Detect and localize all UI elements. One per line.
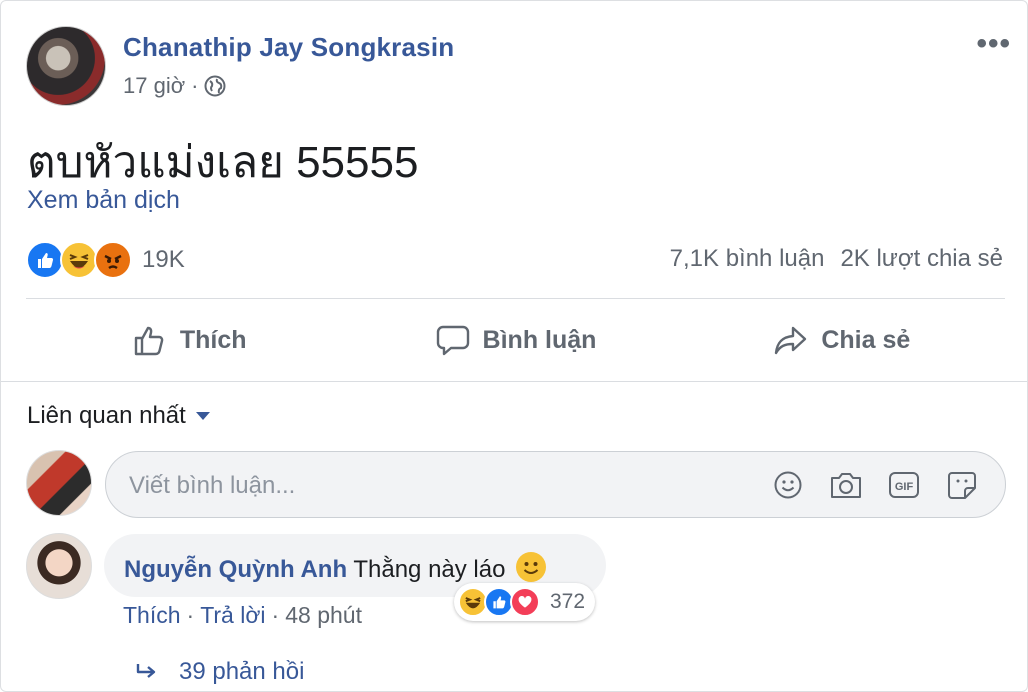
comment-sort-dropdown[interactable]: Liên quan nhất bbox=[27, 402, 210, 430]
speech-bubble-icon bbox=[436, 325, 469, 356]
angry-icon bbox=[94, 241, 132, 279]
view-replies-link[interactable]: 39 phản hồi bbox=[135, 658, 304, 686]
like-label: Thích bbox=[179, 325, 247, 354]
post-meta: 17 giờ · bbox=[123, 73, 226, 99]
globe-icon[interactable] bbox=[204, 75, 226, 97]
more-options-icon[interactable]: ••• bbox=[976, 29, 1011, 59]
comment-reply-link[interactable]: Trả lời bbox=[200, 602, 265, 629]
author-name[interactable]: Chanathip Jay Songkrasin bbox=[123, 32, 454, 63]
comment-actions: Thích · Trả lời · 48 phút bbox=[123, 602, 362, 629]
comment-like-link[interactable]: Thích bbox=[123, 602, 181, 629]
comment-count[interactable]: 7,1K bình luận bbox=[670, 245, 825, 273]
reply-arrow-icon bbox=[136, 664, 156, 678]
post-card: Chanathip Jay Songkrasin 17 giờ · ••• ตบ… bbox=[0, 0, 1028, 692]
caret-down-icon bbox=[195, 412, 210, 420]
see-translation-link[interactable]: Xem bản dịch bbox=[27, 186, 180, 215]
post-stats: 7,1K bình luận 2K lượt chia sẻ bbox=[670, 245, 1003, 273]
comment-text: Thằng này láo bbox=[353, 556, 506, 583]
replies-label: 39 phản hồi bbox=[179, 658, 305, 685]
like-icon bbox=[26, 241, 64, 279]
share-count[interactable]: 2K lượt chia sẻ bbox=[840, 245, 1003, 273]
thumbs-up-icon bbox=[134, 326, 164, 356]
comment-time[interactable]: 48 phút bbox=[285, 602, 362, 629]
smile-emoji-icon bbox=[516, 552, 547, 582]
comment-input-icons: GIF bbox=[771, 468, 979, 502]
commenter-name[interactable]: Nguyễn Quỳnh Anh bbox=[124, 556, 347, 583]
like-button[interactable]: Thích bbox=[26, 299, 352, 381]
comment-label: Bình luận bbox=[482, 325, 597, 354]
comment-reaction-count: 372 bbox=[550, 590, 586, 613]
post-time[interactable]: 17 giờ bbox=[123, 73, 185, 99]
comment-button[interactable]: Bình luận bbox=[352, 299, 678, 381]
camera-icon[interactable] bbox=[829, 468, 863, 502]
haha-icon bbox=[60, 241, 98, 279]
love-icon bbox=[510, 587, 540, 617]
reaction-count: 19K bbox=[142, 246, 185, 273]
comment-placeholder: Viết bình luận... bbox=[129, 472, 296, 499]
current-user-avatar bbox=[26, 450, 92, 516]
dot-separator: · bbox=[271, 602, 280, 628]
divider bbox=[1, 381, 1027, 382]
meta-separator: · bbox=[191, 73, 199, 98]
gif-icon[interactable]: GIF bbox=[887, 468, 921, 502]
share-button[interactable]: Chia sẻ bbox=[679, 299, 1005, 381]
comment-input[interactable]: Viết bình luận... GIF bbox=[105, 451, 1006, 518]
emoji-icon[interactable] bbox=[771, 468, 805, 502]
sticker-icon[interactable] bbox=[945, 468, 979, 502]
share-arrow-icon bbox=[775, 326, 807, 355]
comment-reactions[interactable]: 372 bbox=[454, 583, 596, 621]
dot-separator: · bbox=[186, 602, 195, 628]
commenter-avatar[interactable] bbox=[26, 533, 92, 599]
sort-label: Liên quan nhất bbox=[27, 402, 186, 429]
post-actions: Thích Bình luận Chia sẻ bbox=[26, 299, 1005, 381]
author-avatar[interactable] bbox=[26, 26, 106, 106]
share-label: Chia sẻ bbox=[821, 325, 911, 354]
svg-text:GIF: GIF bbox=[895, 481, 914, 493]
reaction-summary[interactable]: 19K bbox=[26, 241, 185, 279]
